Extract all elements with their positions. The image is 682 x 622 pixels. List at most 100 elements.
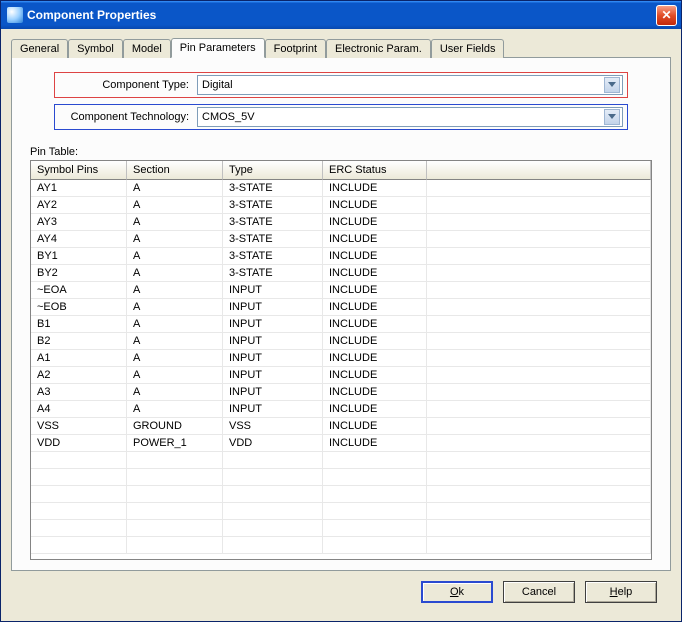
column-header[interactable]: Symbol Pins: [31, 161, 127, 180]
table-cell: A4: [31, 401, 127, 417]
table-cell: BY2: [31, 265, 127, 281]
column-header[interactable]: [427, 161, 651, 180]
table-cell: [323, 537, 427, 553]
table-cell: [427, 265, 651, 281]
table-row-empty: [31, 486, 651, 503]
column-header[interactable]: ERC Status: [323, 161, 427, 180]
table-cell: [223, 503, 323, 519]
table-cell: [223, 537, 323, 553]
table-cell: [223, 469, 323, 485]
tab-footprint[interactable]: Footprint: [265, 39, 326, 58]
table-row[interactable]: BY2A3-STATEINCLUDE: [31, 265, 651, 282]
table-cell: 3-STATE: [223, 248, 323, 264]
table-cell: VDD: [31, 435, 127, 451]
table-cell: 3-STATE: [223, 231, 323, 247]
table-cell: [427, 248, 651, 264]
chevron-down-icon: [604, 109, 620, 125]
close-button[interactable]: ✕: [656, 5, 677, 26]
tab-electronic-param-[interactable]: Electronic Param.: [326, 39, 431, 58]
tab-strip: GeneralSymbolModelPin ParametersFootprin…: [11, 37, 671, 57]
table-row[interactable]: ~EOBAINPUTINCLUDE: [31, 299, 651, 316]
table-cell: INCLUDE: [323, 401, 427, 417]
table-cell: [31, 469, 127, 485]
column-header[interactable]: Section: [127, 161, 223, 180]
table-cell: BY1: [31, 248, 127, 264]
table-cell: [127, 452, 223, 468]
table-cell: VDD: [223, 435, 323, 451]
table-cell: A1: [31, 350, 127, 366]
table-row[interactable]: A1AINPUTINCLUDE: [31, 350, 651, 367]
table-cell: A: [127, 248, 223, 264]
table-cell: [127, 486, 223, 502]
table-cell: VSS: [31, 418, 127, 434]
table-cell: INCLUDE: [323, 333, 427, 349]
table-cell: INPUT: [223, 384, 323, 400]
ok-rest: k: [459, 586, 465, 598]
table-cell: [223, 486, 323, 502]
table-row[interactable]: AY2A3-STATEINCLUDE: [31, 197, 651, 214]
table-cell: [127, 537, 223, 553]
table-cell: INPUT: [223, 333, 323, 349]
table-row-empty: [31, 469, 651, 486]
app-icon: [7, 7, 23, 23]
table-cell: A: [127, 214, 223, 230]
table-row[interactable]: A4AINPUTINCLUDE: [31, 401, 651, 418]
table-row[interactable]: VSSGROUNDVSSINCLUDE: [31, 418, 651, 435]
column-header[interactable]: Type: [223, 161, 323, 180]
table-cell: [427, 537, 651, 553]
table-row[interactable]: VDDPOWER_1VDDINCLUDE: [31, 435, 651, 452]
table-cell: [31, 486, 127, 502]
table-cell: [31, 503, 127, 519]
table-cell: INPUT: [223, 367, 323, 383]
close-icon: ✕: [661, 8, 671, 22]
help-button[interactable]: Help: [585, 581, 657, 603]
tab-model[interactable]: Model: [123, 39, 171, 58]
tab-pin-parameters[interactable]: Pin Parameters: [171, 38, 265, 58]
row-component-technology: Component Technology: CMOS_5V: [54, 104, 628, 130]
table-row[interactable]: B1AINPUTINCLUDE: [31, 316, 651, 333]
table-body: AY1A3-STATEINCLUDEAY2A3-STATEINCLUDEAY3A…: [31, 180, 651, 559]
table-cell: [427, 401, 651, 417]
table-row[interactable]: AY3A3-STATEINCLUDE: [31, 214, 651, 231]
table-cell: [427, 231, 651, 247]
dialog-content: GeneralSymbolModelPin ParametersFootprin…: [1, 29, 681, 621]
table-cell: ~EOB: [31, 299, 127, 315]
table-cell: INCLUDE: [323, 384, 427, 400]
ok-key: O: [450, 586, 459, 598]
table-row[interactable]: ~EOAAINPUTINCLUDE: [31, 282, 651, 299]
select-component-technology[interactable]: CMOS_5V: [197, 107, 623, 127]
table-row[interactable]: BY1A3-STATEINCLUDE: [31, 248, 651, 265]
help-key: H: [610, 586, 618, 598]
select-component-type[interactable]: Digital: [197, 75, 623, 95]
table-cell: INPUT: [223, 316, 323, 332]
tab-user-fields[interactable]: User Fields: [431, 39, 505, 58]
table-row[interactable]: B2AINPUTINCLUDE: [31, 333, 651, 350]
table-cell: [223, 452, 323, 468]
tab-general[interactable]: General: [11, 39, 68, 58]
table-cell: [127, 469, 223, 485]
table-cell: [127, 520, 223, 536]
table-cell: [31, 452, 127, 468]
table-cell: [427, 180, 651, 196]
table-cell: INPUT: [223, 350, 323, 366]
table-cell: GROUND: [127, 418, 223, 434]
pin-table[interactable]: Symbol PinsSectionTypeERC Status AY1A3-S…: [30, 160, 652, 560]
table-row[interactable]: A3AINPUTINCLUDE: [31, 384, 651, 401]
ok-button[interactable]: Ok: [421, 581, 493, 603]
table-row[interactable]: A2AINPUTINCLUDE: [31, 367, 651, 384]
table-cell: A: [127, 197, 223, 213]
table-cell: B1: [31, 316, 127, 332]
table-header: Symbol PinsSectionTypeERC Status: [31, 161, 651, 180]
label-component-technology: Component Technology:: [59, 111, 189, 123]
cancel-label: Cancel: [522, 586, 556, 598]
table-row-empty: [31, 520, 651, 537]
table-cell: [427, 418, 651, 434]
table-row[interactable]: AY4A3-STATEINCLUDE: [31, 231, 651, 248]
table-cell: B2: [31, 333, 127, 349]
table-cell: [323, 503, 427, 519]
table-cell: VSS: [223, 418, 323, 434]
table-cell: [427, 435, 651, 451]
table-row[interactable]: AY1A3-STATEINCLUDE: [31, 180, 651, 197]
cancel-button[interactable]: Cancel: [503, 581, 575, 603]
tab-symbol[interactable]: Symbol: [68, 39, 123, 58]
